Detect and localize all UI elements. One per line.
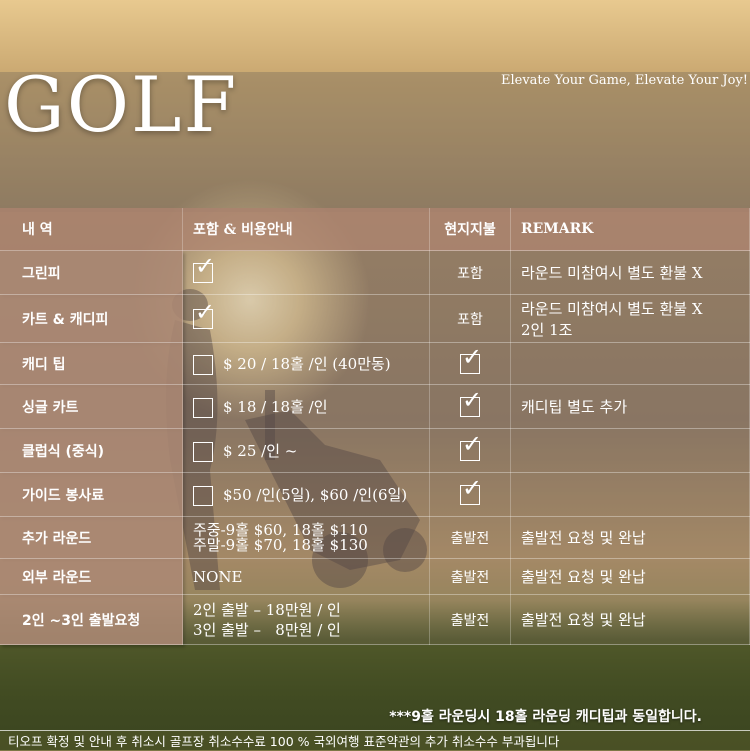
row-remark: 캐디팁 별도 추가 (510, 384, 750, 429)
row-cost: $50 /인(5일), $60 /인(6일) (182, 472, 430, 517)
row-local: 포함 (429, 250, 511, 295)
row-cost: NONE (182, 558, 430, 595)
page-title: GOLF (4, 60, 239, 149)
row-remark (510, 472, 750, 517)
row-cost: $ 20 / 18홀 /인 (40만동) (182, 342, 430, 385)
checkbox-checked-icon: ✓ (460, 476, 482, 505)
checkbox-checked-icon: ✓ (193, 254, 215, 283)
table-row: 2인 ~3인 출발요청 2인 출발 – 18만원 / 인 3인 출발 – 8만원… (0, 594, 750, 645)
header-remark: REMARK (510, 208, 750, 251)
row-cost: 주중-9홀 $60, 18홀 $110 주말-9홀 $70, 18홀 $130 (182, 516, 430, 559)
row-label: 가이드 봉사료 (0, 472, 183, 517)
row-label: 캐디 팁 (0, 342, 183, 385)
row-cost: $ 25 /인 ~ (182, 428, 430, 473)
row-cost: ✓ (182, 250, 430, 295)
row-label: 그린피 (0, 250, 183, 295)
table-row: 추가 라운드 주중-9홀 $60, 18홀 $110 주말-9홀 $70, 18… (0, 516, 750, 559)
row-cost: 2인 출발 – 18만원 / 인 3인 출발 – 8만원 / 인 (182, 594, 430, 645)
checkbox-checked-icon: ✓ (460, 388, 482, 417)
row-remark: 라운드 미참여시 별도 환불 X 2인 1조 (510, 294, 750, 343)
remark-line: 라운드 미참여시 별도 환불 X (521, 299, 703, 318)
row-label: 2인 ~3인 출발요청 (0, 594, 183, 645)
row-remark: 라운드 미참여시 별도 환불 X (510, 250, 750, 295)
table-row: 싱글 카트 $ 18 / 18홀 /인 ✓ 캐디팁 별도 추가 (0, 384, 750, 429)
header-cost: 포함 & 비용안내 (182, 208, 430, 251)
cancellation-notice: 티오프 확정 및 안내 후 취소시 골프장 취소수수료 100 % 국외여행 표… (8, 734, 560, 749)
table-row: 클럽식 (중식) $ 25 /인 ~ ✓ (0, 428, 750, 473)
row-remark: 출발전 요청 및 완납 (510, 594, 750, 645)
cost-table: 내 역 포함 & 비용안내 현지지불 REMARK 그린피 ✓ 포함 라운드 미… (0, 208, 750, 645)
row-remark (510, 428, 750, 473)
cost-line: 2인 출발 – 18만원 / 인 (193, 600, 341, 619)
cost-line: 주말-9홀 $70, 18홀 $130 (193, 535, 368, 554)
row-local: 출발전 (429, 558, 511, 595)
table-row: 가이드 봉사료 $50 /인(5일), $60 /인(6일) ✓ (0, 472, 750, 517)
row-remark: 출발전 요청 및 완납 (510, 558, 750, 595)
checkbox-empty-icon (193, 397, 213, 418)
row-local: ✓ (429, 428, 511, 473)
row-local: 출발전 (429, 516, 511, 559)
row-local: ✓ (429, 384, 511, 429)
row-local: ✓ (429, 342, 511, 385)
row-label: 추가 라운드 (0, 516, 183, 559)
checkbox-checked-icon: ✓ (193, 300, 215, 329)
row-local: 포함 (429, 294, 511, 343)
table-row: 외부 라운드 NONE 출발전 출발전 요청 및 완납 (0, 558, 750, 595)
header-item: 내 역 (0, 208, 183, 251)
row-remark: 출발전 요청 및 완납 (510, 516, 750, 559)
row-label: 싱글 카트 (0, 384, 183, 429)
row-remark (510, 342, 750, 385)
remark-line: 2인 1조 (521, 320, 573, 339)
cost-text: $ 18 / 18홀 /인 (223, 397, 328, 416)
row-label: 카트 & 캐디피 (0, 294, 183, 343)
table-row: 카트 & 캐디피 ✓ 포함 라운드 미참여시 별도 환불 X 2인 1조 (0, 294, 750, 343)
table-row: 캐디 팁 $ 20 / 18홀 /인 (40만동) ✓ (0, 342, 750, 385)
row-label: 외부 라운드 (0, 558, 183, 595)
checkbox-empty-icon (193, 485, 213, 506)
row-cost: $ 18 / 18홀 /인 (182, 384, 430, 429)
header-local-pay: 현지지불 (429, 208, 511, 251)
tagline: Elevate Your Game, Elevate Your Joy! (501, 73, 748, 88)
footnote: ***9홀 라운딩시 18홀 라운딩 캐디팁과 동일합니다. (389, 709, 702, 725)
checkbox-checked-icon: ✓ (460, 345, 482, 374)
checkbox-checked-icon: ✓ (460, 432, 482, 461)
cost-line: 3인 출발 – 8만원 / 인 (193, 620, 341, 639)
row-cost: ✓ (182, 294, 430, 343)
cost-text: $ 25 /인 ~ (223, 441, 298, 460)
table-header-row: 내 역 포함 & 비용안내 현지지불 REMARK (0, 208, 750, 251)
row-label: 클럽식 (중식) (0, 428, 183, 473)
row-local: ✓ (429, 472, 511, 517)
cost-text: $50 /인(5일), $60 /인(6일) (223, 485, 408, 504)
table-row: 그린피 ✓ 포함 라운드 미참여시 별도 환불 X (0, 250, 750, 295)
checkbox-empty-icon (193, 354, 213, 375)
cost-text: $ 20 / 18홀 /인 (40만동) (223, 354, 391, 373)
checkbox-empty-icon (193, 441, 213, 462)
row-local: 출발전 (429, 594, 511, 645)
